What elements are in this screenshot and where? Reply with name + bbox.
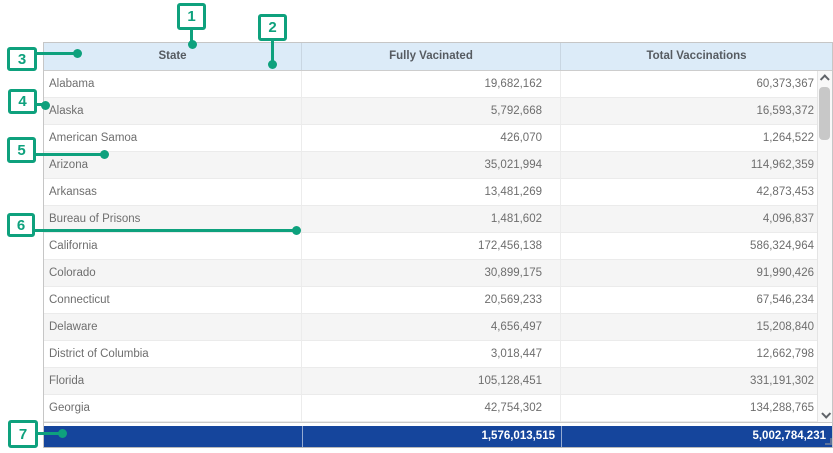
column-header-state[interactable]: State (44, 43, 302, 70)
fully-vaccinated-cell: 105,128,451 (302, 368, 561, 394)
table-row[interactable]: Arkansas13,481,26942,873,453 (44, 179, 832, 206)
state-cell: Colorado (44, 260, 302, 286)
total-vaccinations-cell: 15,208,840 (561, 314, 832, 340)
fully-vaccinated-cell: 20,569,233 (302, 287, 561, 313)
scrollbar-thumb[interactable] (819, 87, 830, 140)
fully-vaccinated-cell: 426,070 (302, 125, 561, 151)
state-cell: Alaska (44, 98, 302, 124)
total-vaccinations-cell: 16,593,372 (561, 98, 832, 124)
state-cell: Connecticut (44, 287, 302, 313)
state-cell: Delaware (44, 314, 302, 340)
callout-6-label: 6 (17, 217, 25, 234)
state-cell: Alabama (44, 71, 302, 97)
table-row[interactable]: Georgia42,754,302134,288,765 (44, 395, 832, 422)
total-vaccinations-cell: 586,324,964 (561, 233, 832, 259)
totals-fully-vaccinated-cell: 1,576,013,515 (302, 426, 561, 447)
callout-7: 7 (8, 420, 38, 448)
table-row[interactable]: California172,456,138586,324,964 (44, 233, 832, 260)
callout-3-label: 3 (18, 51, 26, 68)
scroll-down-button[interactable] (818, 407, 832, 422)
table-row[interactable]: Arizona35,021,994114,962,359 (44, 152, 832, 179)
total-vaccinations-cell: 67,546,234 (561, 287, 832, 313)
callout-3-connector (36, 52, 78, 55)
total-vaccinations-cell: 114,962,359 (561, 152, 832, 178)
fully-vaccinated-cell: 13,481,269 (302, 179, 561, 205)
callout-6-connector (34, 229, 293, 232)
total-vaccinations-cell: 91,990,426 (561, 260, 832, 286)
totals-total-vaccinations-cell: 5,002,784,231 (561, 426, 832, 447)
callout-7-label: 7 (19, 426, 27, 443)
callout-7-dot (58, 429, 67, 438)
total-vaccinations-cell: 12,662,798 (561, 341, 832, 367)
table-row[interactable]: Alabama19,682,16260,373,367 (44, 71, 832, 98)
callout-5-connector (35, 153, 101, 156)
callout-4-dot (41, 101, 50, 110)
scroll-up-button[interactable] (818, 71, 832, 86)
resize-grip-icon (825, 438, 832, 445)
callout-2-dot (268, 60, 277, 69)
totals-row: 1,576,013,515 5,002,784,231 (44, 426, 832, 448)
total-vaccinations-cell: 134,288,765 (561, 395, 832, 421)
callout-1-dot (188, 40, 197, 49)
callout-2-label: 2 (268, 19, 276, 36)
table-row[interactable]: Colorado30,899,17591,990,426 (44, 260, 832, 287)
callout-1-label: 1 (187, 8, 195, 25)
fully-vaccinated-cell: 42,754,302 (302, 395, 561, 421)
callout-2: 2 (258, 14, 287, 41)
callout-5-dot (100, 150, 109, 159)
column-header-total-vaccinations[interactable]: Total Vaccinations (561, 43, 832, 70)
table-body-viewport: Alabama19,682,16260,373,367Alaska5,792,6… (44, 71, 832, 423)
fully-vaccinated-cell: 1,481,602 (302, 206, 561, 232)
fully-vaccinated-cell: 19,682,162 (302, 71, 561, 97)
total-vaccinations-cell: 331,191,302 (561, 368, 832, 394)
table-row[interactable]: Delaware4,656,49715,208,840 (44, 314, 832, 341)
callout-5: 5 (7, 137, 36, 163)
table-row[interactable]: Alaska5,792,66816,593,372 (44, 98, 832, 125)
fully-vaccinated-cell: 4,656,497 (302, 314, 561, 340)
state-cell: American Samoa (44, 125, 302, 151)
fully-vaccinated-cell: 5,792,668 (302, 98, 561, 124)
fully-vaccinated-cell: 172,456,138 (302, 233, 561, 259)
state-cell: Florida (44, 368, 302, 394)
chevron-down-icon (821, 409, 831, 419)
fully-vaccinated-cell: 3,018,447 (302, 341, 561, 367)
callout-3: 3 (7, 47, 37, 71)
chevron-up-icon (819, 74, 829, 84)
total-vaccinations-cell: 4,096,837 (561, 206, 832, 232)
total-vaccinations-cell: 42,873,453 (561, 179, 832, 205)
state-cell: California (44, 233, 302, 259)
table-row[interactable]: American Samoa426,0701,264,522 (44, 125, 832, 152)
totals-state-cell (44, 426, 302, 447)
callout-4: 4 (8, 89, 37, 114)
vertical-scrollbar[interactable] (817, 71, 832, 422)
column-header-fully-vaccinated[interactable]: Fully Vacinated (302, 43, 561, 70)
callout-1: 1 (177, 3, 206, 30)
table-body: Alabama19,682,16260,373,367Alaska5,792,6… (44, 71, 832, 422)
callout-5-label: 5 (17, 142, 25, 159)
state-cell: Georgia (44, 395, 302, 421)
table-row[interactable]: District of Columbia3,018,44712,662,798 (44, 341, 832, 368)
fully-vaccinated-cell: 35,021,994 (302, 152, 561, 178)
callout-4-label: 4 (18, 93, 26, 110)
vaccinations-table: State Fully Vacinated Total Vaccinations… (43, 42, 833, 448)
fully-vaccinated-cell: 30,899,175 (302, 260, 561, 286)
table-header-row: State Fully Vacinated Total Vaccinations (44, 42, 832, 71)
callout-3-dot (73, 49, 82, 58)
callout-6-dot (292, 226, 301, 235)
state-cell: Arkansas (44, 179, 302, 205)
callout-6: 6 (7, 213, 35, 237)
table-row[interactable]: Florida105,128,451331,191,302 (44, 368, 832, 395)
callout-7-connector (37, 432, 59, 435)
total-vaccinations-cell: 60,373,367 (561, 71, 832, 97)
table-row[interactable]: Connecticut20,569,23367,546,234 (44, 287, 832, 314)
state-cell: District of Columbia (44, 341, 302, 367)
total-vaccinations-cell: 1,264,522 (561, 125, 832, 151)
